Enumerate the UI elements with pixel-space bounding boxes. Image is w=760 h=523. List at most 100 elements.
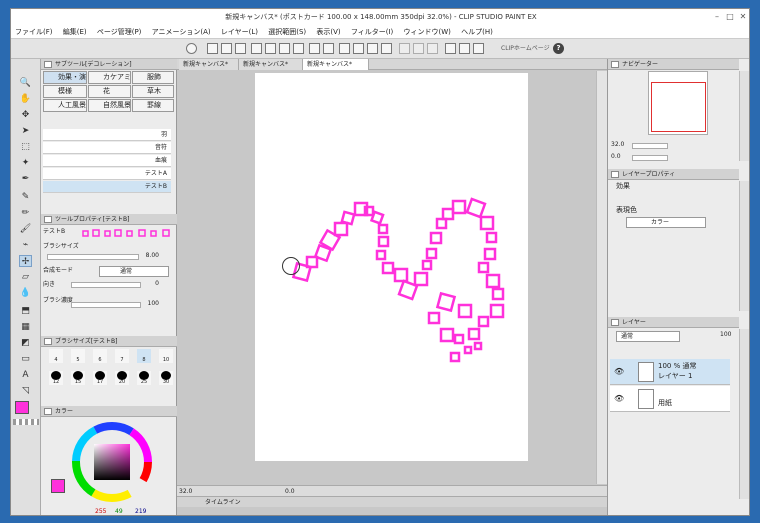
- layer-row[interactable]: 👁 用紙: [610, 386, 730, 412]
- brush-size-cell[interactable]: 7: [115, 349, 129, 363]
- navigator-preview[interactable]: [648, 71, 708, 135]
- close-button[interactable]: ✕: [737, 12, 749, 22]
- layer-opacity-value[interactable]: 100: [720, 331, 731, 338]
- brush-size-cell[interactable]: 10: [159, 349, 173, 363]
- brush-size-cell-selected[interactable]: 8: [137, 349, 151, 363]
- brush-size-cell[interactable]: 17: [93, 371, 107, 385]
- brush-size-tab[interactable]: ブラシサイズ[テストB]: [41, 336, 177, 347]
- menu-help[interactable]: ヘルプ(H): [457, 26, 497, 38]
- hand-icon[interactable]: ✋: [19, 93, 32, 105]
- subtool-group-flower[interactable]: 花: [88, 85, 131, 98]
- select-icon[interactable]: [265, 43, 276, 54]
- brush-size-cell[interactable]: 15: [71, 371, 85, 385]
- direction-slider[interactable]: [71, 282, 141, 288]
- undo-icon[interactable]: [309, 43, 320, 54]
- subtool-group-hatching[interactable]: カケアミ・: [88, 71, 131, 84]
- subtool-group-pattern[interactable]: 模様: [43, 85, 87, 98]
- canvas-scrollbar[interactable]: [596, 71, 607, 484]
- frame-icon[interactable]: ▭: [19, 353, 32, 365]
- pen-icon[interactable]: ✎: [19, 191, 32, 203]
- subtool-group-effects[interactable]: 効果・演: [43, 71, 87, 84]
- canvas-area[interactable]: 新規キャンバス* 新規キャンバス* 新規キャンバス* 32.0 0.0 タイムラ…: [177, 59, 607, 515]
- layer-property-scrollbar[interactable]: [739, 181, 749, 311]
- density-value[interactable]: 100: [141, 300, 159, 307]
- subtool-item[interactable]: 羽: [43, 129, 171, 141]
- layer-property-tab[interactable]: レイヤープロパティ: [608, 169, 739, 180]
- navigator-tab[interactable]: ナビゲーター: [608, 59, 739, 70]
- subtool-group-artificial[interactable]: 人工風景: [43, 99, 87, 112]
- color-tab[interactable]: カラー: [41, 406, 177, 417]
- transform-icon[interactable]: [367, 43, 378, 54]
- airbrush-icon[interactable]: ⌁: [19, 239, 32, 251]
- transparent-color-swatch[interactable]: [13, 419, 39, 425]
- brush-icon[interactable]: 🖌: [19, 223, 32, 235]
- eye-icon[interactable]: 👁: [614, 394, 624, 403]
- navigator-zoom-slider[interactable]: [632, 143, 668, 149]
- document-tab-active[interactable]: 新規キャンバス*: [303, 59, 369, 70]
- brush-size-cell[interactable]: 12: [49, 371, 63, 385]
- direction-value[interactable]: 0: [141, 280, 159, 287]
- auto-select-icon[interactable]: ✦: [19, 157, 32, 169]
- navigator-zoom[interactable]: 32.0: [611, 141, 624, 148]
- menu-file[interactable]: ファイル(F): [11, 26, 57, 38]
- help-icon[interactable]: ?: [553, 43, 564, 54]
- brush-size-cell[interactable]: 25: [137, 371, 151, 385]
- save-icon[interactable]: [235, 43, 246, 54]
- layer-blend-select[interactable]: 通常: [616, 331, 680, 342]
- brush-size-value[interactable]: 8.00: [139, 252, 159, 259]
- clip-home-link[interactable]: CLIPホームページ: [501, 44, 550, 54]
- layer-row-selected[interactable]: 👁 100 % 通常 レイヤー 1: [610, 359, 730, 385]
- menu-animation[interactable]: アニメーション(A): [148, 26, 215, 38]
- selection-icon[interactable]: ⬚: [19, 141, 32, 153]
- menu-window[interactable]: ウィンドウ(W): [400, 26, 455, 38]
- timeline-tab[interactable]: タイムライン: [177, 496, 607, 507]
- brush-size-cell[interactable]: 30: [159, 371, 173, 385]
- select-icon[interactable]: [251, 43, 262, 54]
- document-tab[interactable]: 新規キャンバス*: [179, 59, 239, 70]
- redo-icon[interactable]: [323, 43, 334, 54]
- navigator-angle-slider[interactable]: [632, 155, 668, 161]
- main-color-chip[interactable]: [51, 479, 65, 493]
- minimize-button[interactable]: –: [711, 12, 723, 22]
- move-icon[interactable]: ✥: [19, 109, 32, 121]
- subtool-item[interactable]: 血痕: [43, 155, 171, 167]
- brush-size-cell[interactable]: 20: [115, 371, 129, 385]
- subtool-item[interactable]: 音符: [43, 142, 171, 154]
- menu-selection[interactable]: 選択範囲(S): [264, 26, 310, 38]
- blend-mode-select[interactable]: 通常: [99, 266, 169, 277]
- open-file-icon[interactable]: [221, 43, 232, 54]
- menu-filter[interactable]: フィルター(I): [347, 26, 397, 38]
- subtool-group-natural[interactable]: 自然風景: [88, 99, 131, 112]
- fill-icon[interactable]: ⬒: [19, 305, 32, 317]
- expression-color-select[interactable]: カラー: [626, 217, 706, 228]
- select-icon[interactable]: [279, 43, 290, 54]
- select-icon[interactable]: [293, 43, 304, 54]
- zoom-icon[interactable]: 🔍: [19, 77, 32, 89]
- text-icon[interactable]: A: [19, 369, 32, 381]
- document-tab[interactable]: 新規キャンバス*: [239, 59, 303, 70]
- subtool-group-ruled-line[interactable]: 罫線: [132, 99, 174, 112]
- subtool-item-selected[interactable]: テストB: [43, 181, 171, 193]
- eyedropper-icon[interactable]: ✒: [19, 173, 32, 185]
- pencil-icon[interactable]: ✏: [19, 207, 32, 219]
- eraser-icon[interactable]: ▱: [19, 271, 32, 283]
- operation-icon[interactable]: ➤: [19, 125, 32, 137]
- brush-size-slider[interactable]: [47, 254, 139, 260]
- gradient-icon[interactable]: ▦: [19, 321, 32, 333]
- fill-icon[interactable]: [353, 43, 364, 54]
- ruler-icon[interactable]: [459, 43, 470, 54]
- blend-icon[interactable]: 💧: [19, 287, 32, 299]
- new-file-icon[interactable]: [207, 43, 218, 54]
- balloon-icon[interactable]: ◹: [19, 385, 32, 397]
- layer-scrollbar[interactable]: [739, 329, 749, 499]
- clear-icon[interactable]: [339, 43, 350, 54]
- brush-size-cell[interactable]: 6: [93, 349, 107, 363]
- figure-icon[interactable]: ◩: [19, 337, 32, 349]
- brush-size-cell[interactable]: 5: [71, 349, 85, 363]
- navigator-scrollbar[interactable]: [739, 71, 749, 161]
- transform-icon[interactable]: [381, 43, 392, 54]
- maximize-button[interactable]: □: [724, 12, 736, 22]
- tool-property-tab[interactable]: ツールプロパティ[テストB]: [41, 214, 177, 225]
- menu-layer[interactable]: レイヤー(L): [217, 26, 262, 38]
- brush-size-cell[interactable]: 4: [49, 349, 63, 363]
